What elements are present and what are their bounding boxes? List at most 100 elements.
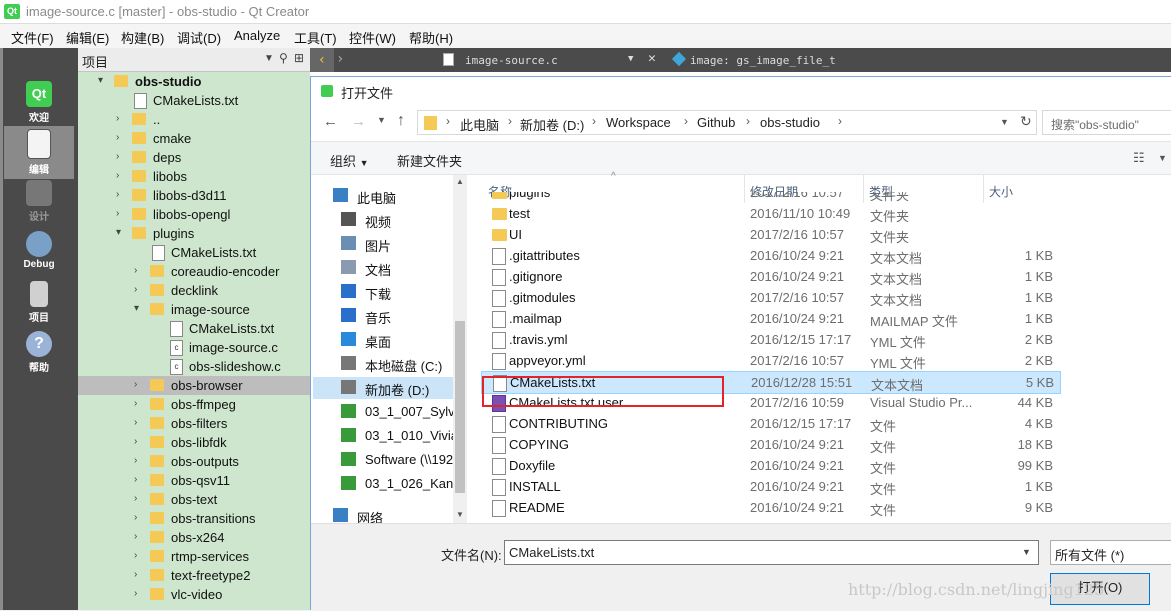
recent-dropdown-icon[interactable]: ▼ (377, 115, 386, 125)
panel-dropdown-icon[interactable]: ▼ (264, 53, 274, 64)
breadcrumb-item[interactable]: obs-studio (760, 115, 820, 130)
collapsed-arrow-icon[interactable]: › (134, 265, 144, 276)
file-row[interactable]: Doxyfile 2016/10/24 9:21 文件 99 KB (481, 455, 1059, 476)
collapsed-arrow-icon[interactable]: › (116, 132, 126, 143)
tree-item[interactable]: ▾ obs-studio (78, 72, 310, 91)
filter-icon[interactable]: ⚲ (279, 51, 288, 65)
file-row[interactable]: INSTALL 2016/10/24 9:21 文件 1 KB (481, 476, 1059, 497)
tree-item[interactable]: ›.. (78, 110, 310, 129)
file-row[interactable]: .gitattributes 2016/10/24 9:21 文本文档 1 KB (481, 245, 1059, 266)
tree-item[interactable]: ▾ plugins (78, 224, 310, 243)
breadcrumb-item[interactable]: Workspace (606, 115, 671, 130)
breadcrumb-item[interactable]: 新加卷 (D:) (520, 115, 584, 134)
tree-item[interactable]: › coreaudio-encoder (78, 262, 310, 281)
tree-item[interactable]: › rtmp-services (78, 547, 310, 566)
file-row[interactable]: .gitignore 2016/10/24 9:21 文本文档 1 KB (481, 266, 1059, 287)
file-type-filter[interactable]: 所有文件 (*) (1050, 540, 1171, 565)
tree-item[interactable]: CMakeLists.txt (78, 319, 310, 338)
collapsed-arrow-icon[interactable]: › (116, 189, 126, 200)
collapsed-arrow-icon[interactable]: › (134, 379, 144, 390)
tree-item[interactable]: › obs-ffmpeg (78, 395, 310, 414)
menu-edit[interactable]: 编辑(E) (66, 28, 109, 47)
mode-welcome[interactable]: Qt 欢迎 (22, 81, 56, 124)
tree-item[interactable]: CMakeLists.txt (78, 243, 310, 262)
file-row[interactable]: README 2016/10/24 9:21 文件 9 KB (481, 497, 1059, 518)
file-dropdown-icon[interactable]: ▼ (628, 54, 633, 64)
menu-debug[interactable]: 调试(D) (177, 28, 221, 47)
tree-item[interactable]: › obs-qsv11 (78, 471, 310, 490)
current-file-name[interactable]: image-source.c (465, 54, 558, 67)
collapsed-arrow-icon[interactable]: › (116, 170, 126, 181)
collapsed-arrow-icon[interactable]: › (116, 208, 126, 219)
forward-icon[interactable]: › (336, 51, 344, 67)
collapsed-arrow-icon[interactable]: › (134, 398, 144, 409)
collapsed-arrow-icon[interactable]: › (134, 550, 144, 561)
breadcrumb-item[interactable]: 此电脑 (460, 115, 499, 134)
file-row[interactable]: plugins 2017/2/16 10:57 文件夹 (481, 192, 1059, 203)
collapsed-arrow-icon[interactable]: › (134, 455, 144, 466)
filename-field[interactable]: CMakeLists.txt ▼ (504, 540, 1039, 565)
menu-file[interactable]: 文件(F) (11, 28, 54, 47)
scroll-down-icon[interactable]: ▼ (456, 510, 464, 519)
up-arrow-icon[interactable]: ↑ (397, 112, 405, 130)
tree-item[interactable]: CMakeLists.txt (78, 91, 310, 110)
view-dropdown-icon[interactable]: ▼ (1158, 153, 1167, 163)
tree-item[interactable]: c image-source.c (78, 338, 310, 357)
menu-controls[interactable]: 控件(W) (349, 28, 396, 47)
back-icon[interactable]: ‹ (310, 48, 334, 72)
expanded-arrow-icon[interactable]: ▾ (116, 227, 126, 238)
nav-item[interactable]: 新加卷 (D:) (313, 377, 453, 399)
collapsed-arrow-icon[interactable]: › (134, 417, 144, 428)
expanded-arrow-icon[interactable]: ▾ (134, 303, 144, 314)
file-row[interactable]: COPYING 2016/10/24 9:21 文件 18 KB (481, 434, 1059, 455)
close-editor-icon[interactable]: ✕ (648, 51, 656, 66)
nav-scrollbar[interactable]: ▲ ▼ (453, 175, 467, 523)
collapsed-arrow-icon[interactable]: › (116, 151, 126, 162)
back-arrow-icon[interactable]: ← (323, 113, 338, 130)
collapsed-arrow-icon[interactable]: › (134, 493, 144, 504)
collapsed-arrow-icon[interactable]: › (116, 113, 126, 124)
mode-projects[interactable]: 项目 (22, 281, 56, 324)
collapsed-arrow-icon[interactable]: › (134, 588, 144, 599)
mode-edit[interactable]: 编辑 (4, 126, 74, 179)
expanded-arrow-icon[interactable]: ▾ (98, 75, 108, 86)
forward-arrow-icon[interactable]: → (351, 113, 366, 130)
file-row[interactable]: CONTRIBUTING 2016/12/15 17:17 文件 4 KB (481, 413, 1059, 434)
collapsed-arrow-icon[interactable]: › (134, 284, 144, 295)
mode-debug[interactable]: Debug (22, 231, 56, 270)
file-row[interactable]: UI 2017/2/16 10:57 文件夹 (481, 224, 1059, 245)
scroll-thumb[interactable] (455, 321, 465, 493)
menu-build[interactable]: 构建(B) (121, 28, 164, 47)
search-box[interactable]: 搜索"obs-studio" (1042, 110, 1171, 135)
menu-analyze[interactable]: Analyze (234, 28, 280, 43)
menu-tools[interactable]: 工具(T) (294, 28, 337, 47)
tree-item[interactable]: › obs-filters (78, 414, 310, 433)
tree-item[interactable]: › libobs-d3d11 (78, 186, 310, 205)
tree-item[interactable]: › obs-browser (78, 376, 310, 395)
tree-item[interactable]: › obs-transitions (78, 509, 310, 528)
tree-item[interactable]: › obs-outputs (78, 452, 310, 471)
tree-item[interactable]: ▾ image-source (78, 300, 310, 319)
tree-item[interactable]: › cmake (78, 129, 310, 148)
tree-item[interactable]: › deps (78, 148, 310, 167)
link-icon[interactable]: ⊞ (294, 51, 304, 65)
file-row[interactable]: test 2016/11/10 10:49 文件夹 (481, 203, 1059, 224)
tree-item[interactable]: › decklink (78, 281, 310, 300)
tree-item[interactable]: › libobs (78, 167, 310, 186)
collapsed-arrow-icon[interactable]: › (134, 569, 144, 580)
mode-design[interactable]: 设计 (22, 180, 56, 223)
address-dropdown-icon[interactable]: ▼ (1000, 117, 1009, 127)
new-folder-button[interactable]: 新建文件夹 (397, 151, 462, 170)
file-row[interactable]: .travis.yml 2016/12/15 17:17 YML 文件 2 KB (481, 329, 1059, 350)
file-row[interactable]: appveyor.yml 2017/2/16 10:57 YML 文件 2 KB (481, 350, 1059, 371)
refresh-icon[interactable]: ↻ (1020, 113, 1032, 130)
collapsed-arrow-icon[interactable]: › (134, 474, 144, 485)
collapsed-arrow-icon[interactable]: › (134, 531, 144, 542)
address-bar[interactable]: › 此电脑 › 新加卷 (D:) › Workspace › Github › … (417, 110, 1037, 135)
file-row[interactable]: .mailmap 2016/10/24 9:21 MAILMAP 文件 1 KB (481, 308, 1059, 329)
menu-help[interactable]: 帮助(H) (409, 28, 453, 47)
collapsed-arrow-icon[interactable]: › (134, 436, 144, 447)
file-row[interactable]: .gitmodules 2017/2/16 10:57 文本文档 1 KB (481, 287, 1059, 308)
tree-item[interactable]: c obs-slideshow.c (78, 357, 310, 376)
breadcrumb-item[interactable]: Github (697, 115, 735, 130)
